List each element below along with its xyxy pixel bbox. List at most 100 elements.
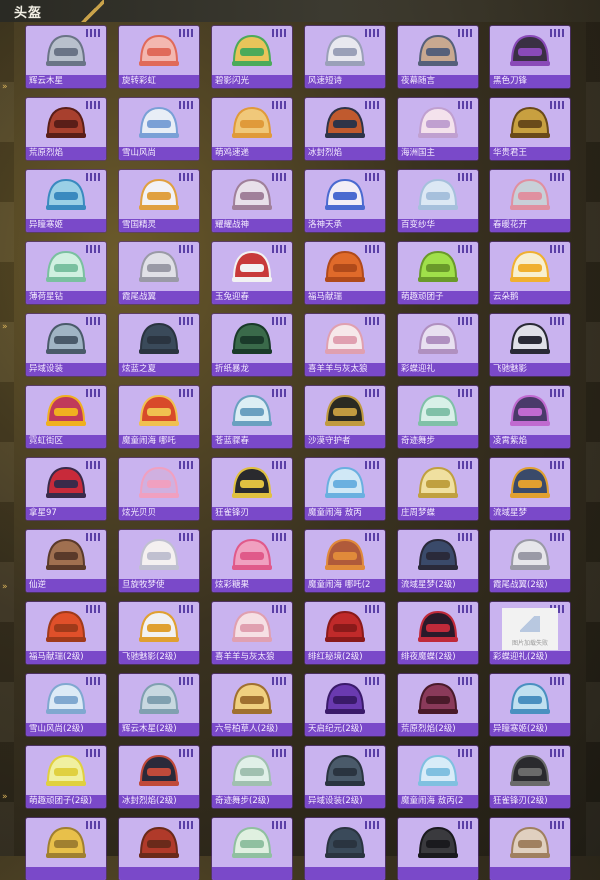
helmet-card[interactable]: 黑色刀锋 [490,26,570,88]
helmet-card[interactable] [305,818,385,880]
helmet-card[interactable]: 魔童闹海 敖丙 [305,458,385,520]
helmet-card[interactable]: 辉云木星(2级) [119,674,199,736]
helmet-card[interactable]: 魔童闹海 敖丙(2 [398,746,478,808]
rarity-bars-icon [179,533,195,541]
helmet-card[interactable]: 异瞳寒姬(2级) [490,674,570,736]
helmet-card[interactable]: 折纸暴龙 [212,314,292,376]
helmet-card[interactable]: 华贵君王 [490,98,570,160]
rarity-bars-icon [550,677,566,685]
helmet-card[interactable]: 萌趣顽团子 [398,242,478,304]
helmet-card[interactable]: 风速短诗 [305,26,385,88]
helmet-card[interactable]: 飞驰魅影(2级) [119,602,199,664]
helmet-icon [510,754,550,786]
helmet-icon [325,394,365,426]
helmet-card[interactable]: 旦旋牧梦使 [119,530,199,592]
helmet-icon [325,466,365,498]
helmet-card[interactable]: 耀耀战神 [212,170,292,232]
helmet-card[interactable]: 雪山风尚 [119,98,199,160]
helmet-card[interactable]: 福马献瑞(2级) [26,602,106,664]
helmet-card[interactable]: 霞尾战翼 [119,242,199,304]
helmet-icon [139,322,179,354]
helmet-card[interactable]: 霓虹街区 [26,386,106,448]
helmet-card[interactable] [26,818,106,880]
helmet-card[interactable]: 辉云木星 [26,26,106,88]
helmet-card[interactable]: 冰封烈焰 [305,98,385,160]
helmet-card[interactable]: 彩蝶迎礼 [398,314,478,376]
helmet-card[interactable]: 荒原烈焰 [26,98,106,160]
helmet-name-label: 天启纪元(2级) [305,723,385,736]
helmet-card[interactable]: 碧影闪光 [212,26,292,88]
helmet-name-label: 魔童闹海 哪吒 [119,435,199,448]
rarity-bars-icon [86,821,102,829]
helmet-card[interactable]: 雪山风尚(2级) [26,674,106,736]
helmet-card[interactable]: 萌鸡速递 [212,98,292,160]
helmet-card[interactable]: 薄荷星钻 [26,242,106,304]
helmet-card[interactable]: 魔童闹海 哪吒(2 [305,530,385,592]
helmet-card[interactable]: 炫蓝之夏 [119,314,199,376]
helmet-card[interactable]: 图片加载失败 彩蝶迎礼(2级) [490,602,570,664]
helmet-card[interactable]: 玉兔迎春 [212,242,292,304]
helmet-card[interactable]: 雪国精灵 [119,170,199,232]
helmet-name-label: 炫蓝之夏 [119,363,199,376]
helmet-card[interactable]: 夜幕随言 [398,26,478,88]
helmet-card[interactable]: 萌趣顽团子(2级) [26,746,106,808]
helmet-icon [139,178,179,210]
helmet-card[interactable]: 荒原烈焰(2级) [398,674,478,736]
helmet-card[interactable]: 天启纪元(2级) [305,674,385,736]
helmet-card[interactable] [119,818,199,880]
helmet-card[interactable]: 海洲国主 [398,98,478,160]
helmet-icon [139,34,179,66]
rarity-bars-icon [458,389,474,397]
helmet-card[interactable]: 异瞳寒姬 [26,170,106,232]
rarity-bars-icon [365,605,381,613]
helmet-card[interactable] [212,818,292,880]
helmet-name-label: 萌鸡速递 [212,147,292,160]
rarity-bars-icon [365,101,381,109]
helmet-name-label: 绯夜魔蝶(2级) [398,651,478,664]
rarity-bars-icon [86,317,102,325]
helmet-card[interactable]: 喜羊羊与灰太狼 [212,602,292,664]
helmet-card[interactable]: 喜羊羊与灰太狼 [305,314,385,376]
helmet-card[interactable]: 炫彩糖果 [212,530,292,592]
helmet-card[interactable]: 异域设装 [26,314,106,376]
helmet-card[interactable]: 流域星梦(2级) [398,530,478,592]
helmet-card[interactable]: 奇迹舞步 [398,386,478,448]
helmet-card[interactable]: 霞尾战翼(2级) [490,530,570,592]
helmet-card[interactable]: 魔童闹海 哪吒 [119,386,199,448]
helmet-card[interactable]: 绯夜魔蝶(2级) [398,602,478,664]
helmet-card[interactable]: 沙漠守护者 [305,386,385,448]
helmet-icon [418,250,458,282]
helmet-card[interactable]: 百变纱华 [398,170,478,232]
helmet-card[interactable]: 仙逆 [26,530,106,592]
helmet-name-label: 彩蝶迎礼 [398,363,478,376]
helmet-card[interactable]: 狂雀锋刃 [212,458,292,520]
helmet-card[interactable]: 云朵鹅 [490,242,570,304]
helmet-card[interactable]: 流域星梦 [490,458,570,520]
helmet-card[interactable] [490,818,570,880]
rarity-bars-icon [179,245,195,253]
helmet-card[interactable]: 拿星97 [26,458,106,520]
helmet-name-label: 异域设装(2级) [305,795,385,808]
helmet-card[interactable]: 绯红秘境(2级) [305,602,385,664]
helmet-card[interactable] [398,818,478,880]
rarity-bars-icon [458,245,474,253]
helmet-card[interactable]: 福马献瑞 [305,242,385,304]
rarity-bars-icon [179,389,195,397]
helmet-card[interactable]: 炫光贝贝 [119,458,199,520]
helmet-card[interactable]: 凌霄紫焰 [490,386,570,448]
helmet-card[interactable]: 六号柏草人(2级) [212,674,292,736]
helmet-card[interactable]: 苍蓝骤春 [212,386,292,448]
helmet-card[interactable]: 飞驰魅影 [490,314,570,376]
rarity-bars-icon [365,245,381,253]
helmet-card[interactable]: 旋转彩虹 [119,26,199,88]
helmet-card[interactable]: 春暖花开 [490,170,570,232]
helmet-card[interactable]: 奇迹舞步(2级) [212,746,292,808]
rarity-bars-icon [458,749,474,757]
helmet-icon [46,466,86,498]
helmet-card[interactable]: 庄周梦蝶 [398,458,478,520]
helmet-icon [46,178,86,210]
helmet-card[interactable]: 冰封烈焰(2级) [119,746,199,808]
helmet-card[interactable]: 洛神天承 [305,170,385,232]
helmet-card[interactable]: 狂雀锋刃(2级) [490,746,570,808]
helmet-card[interactable]: 异域设装(2级) [305,746,385,808]
